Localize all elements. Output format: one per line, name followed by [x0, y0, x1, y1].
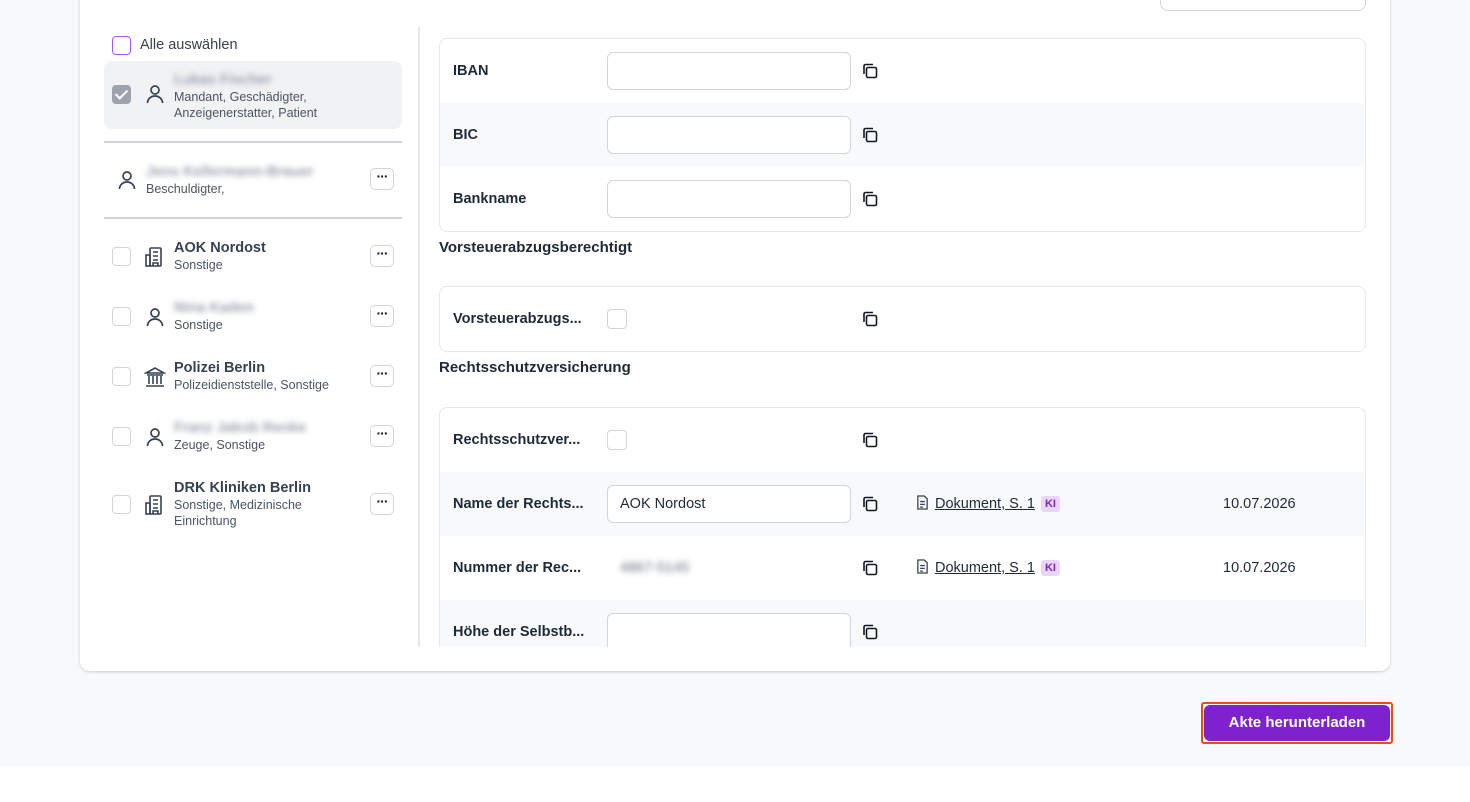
document-icon — [916, 558, 929, 578]
select-all-checkbox[interactable] — [112, 35, 131, 55]
party-item[interactable]: Jens Kellermann-Brauer Beschuldigter, ··… — [104, 161, 402, 201]
bic-input[interactable] — [607, 116, 851, 154]
copy-icon[interactable] — [861, 431, 879, 449]
ki-badge: KI — [1040, 496, 1060, 512]
source-link[interactable]: Dokument, S. 1 — [935, 560, 1035, 576]
versicherung-nummer-input[interactable] — [607, 549, 851, 587]
field-label: Vorsteuerabzugs... — [453, 311, 582, 327]
party-roles: Polizeidienststelle, Sonstige — [174, 378, 329, 392]
field-row-iban: IBAN — [440, 39, 1365, 103]
copy-icon[interactable] — [861, 190, 879, 208]
party-sidebar: Alle auswählen Lukas Fischer Mandant, Ge… — [104, 27, 402, 647]
person-icon — [116, 169, 138, 191]
field-row-vorsteuer: Vorsteuerabzugs... — [440, 287, 1365, 351]
party-item[interactable]: Lukas Fischer Mandant, Geschädigter, Anz… — [104, 61, 402, 129]
party-name: DRK Kliniken Berlin — [174, 480, 311, 496]
party-name: Lukas Fischer — [174, 72, 272, 88]
party-item[interactable]: Nina Kaden Sonstige ··· — [104, 297, 402, 337]
vorsteuer-group: Vorsteuerabzugs... — [439, 286, 1366, 352]
field-row-bankname: Bankname — [440, 167, 1365, 231]
party-item[interactable]: Franz Jakob Renke Zeuge, Sonstige ··· — [104, 417, 402, 457]
separator — [104, 217, 402, 219]
download-file-label: Akte herunterladen — [1204, 705, 1390, 741]
case-file-card: Alle auswählen Lukas Fischer Mandant, Ge… — [80, 0, 1390, 671]
party-roles: Sonstige — [174, 258, 223, 272]
top-control-stub[interactable] — [1160, 0, 1366, 11]
panel-divider — [418, 27, 420, 647]
document-icon — [916, 494, 929, 514]
party-name: Nina Kaden — [174, 300, 254, 316]
party-checkbox[interactable] — [112, 495, 131, 514]
download-file-button[interactable]: Akte herunterladen — [1201, 702, 1393, 744]
copy-icon[interactable] — [861, 559, 879, 577]
field-label: IBAN — [453, 63, 489, 79]
ki-badge: KI — [1040, 560, 1060, 576]
party-roles: Zeuge, Sonstige — [174, 438, 266, 452]
party-roles: Beschuldigter, — [146, 182, 225, 196]
field-row-selbstbeteiligung: Höhe der Selbstb... — [440, 600, 1365, 647]
field-label: Rechtsschutzver... — [453, 432, 581, 448]
field-label: Name der Rechts... — [453, 496, 584, 512]
building-icon — [144, 246, 166, 268]
field-row-versicherung-name: Name der Rechts... Dokument, S. 1 KI 10.… — [440, 472, 1365, 536]
section-title-vorsteuer: Vorsteuerabzugsberechtigt — [439, 239, 633, 256]
party-checkbox[interactable] — [112, 427, 131, 446]
select-all-label: Alle auswählen — [140, 37, 238, 53]
bank-details-group: IBAN BIC Bankname — [439, 38, 1366, 232]
party-checkbox[interactable] — [112, 85, 131, 104]
iban-input[interactable] — [607, 52, 851, 90]
more-options-button[interactable]: ··· — [370, 493, 394, 515]
copy-icon[interactable] — [861, 310, 879, 328]
rechtsschutz-checkbox[interactable] — [607, 430, 627, 450]
party-checkbox[interactable] — [112, 247, 131, 266]
source-link[interactable]: Dokument, S. 1 — [935, 496, 1035, 512]
source-reference: Dokument, S. 1 KI — [916, 472, 1060, 536]
field-label: Bankname — [453, 191, 527, 207]
field-label: Nummer der Rec... — [453, 560, 582, 576]
party-checkbox[interactable] — [112, 367, 131, 386]
party-name: AOK Nordost — [174, 240, 266, 256]
field-label: BIC — [453, 127, 478, 143]
copy-icon[interactable] — [861, 62, 879, 80]
party-item[interactable]: Polizei Berlin Polizeidienststelle, Sons… — [104, 357, 402, 397]
party-name: Polizei Berlin — [174, 360, 266, 376]
field-row-versicherung-nummer: Nummer der Rec... Dokument, S. 1 KI 10.0… — [440, 536, 1365, 600]
person-icon — [144, 306, 166, 328]
party-item[interactable]: AOK Nordost Sonstige ··· — [104, 237, 402, 277]
more-options-button[interactable]: ··· — [370, 305, 394, 327]
field-label: Höhe der Selbstb... — [453, 624, 585, 640]
party-item[interactable]: DRK Kliniken Berlin Sonstige, Medizinisc… — [104, 477, 402, 533]
bankname-input[interactable] — [607, 180, 851, 218]
party-detail-panel: IBAN BIC Bankname Vorsteuerabzugsberecht… — [439, 27, 1366, 647]
government-building-icon — [142, 366, 168, 388]
party-checkbox[interactable] — [112, 307, 131, 326]
versicherung-name-input[interactable] — [607, 485, 851, 523]
party-roles: Sonstige, Medizinische Einrichtung — [174, 498, 302, 528]
party-roles: Mandant, Geschädigter, Anzeigenerstatter… — [174, 90, 318, 120]
person-icon — [144, 426, 166, 448]
copy-icon[interactable] — [861, 623, 879, 641]
field-row-rechtsschutz: Rechtsschutzver... — [440, 408, 1365, 472]
separator — [104, 141, 402, 143]
building-icon — [144, 494, 166, 516]
extraction-date: 10.07.2026 — [1223, 496, 1296, 512]
party-name: Jens Kellermann-Brauer — [146, 164, 314, 180]
extraction-date: 10.07.2026 — [1223, 560, 1296, 576]
select-all[interactable]: Alle auswählen — [112, 35, 238, 55]
field-row-bic: BIC — [440, 103, 1365, 167]
more-options-button[interactable]: ··· — [370, 168, 394, 190]
source-reference: Dokument, S. 1 KI — [916, 536, 1060, 600]
more-options-button[interactable]: ··· — [370, 425, 394, 447]
rechtsschutz-group: Rechtsschutzver... Name der Rechts... Do… — [439, 407, 1366, 647]
more-options-button[interactable]: ··· — [370, 245, 394, 267]
section-title-rechtsschutz: Rechtsschutzversicherung — [439, 359, 631, 376]
person-icon — [144, 83, 166, 105]
copy-icon[interactable] — [861, 495, 879, 513]
party-roles: Sonstige — [174, 318, 223, 332]
party-name: Franz Jakob Renke — [174, 420, 307, 436]
more-options-button[interactable]: ··· — [370, 365, 394, 387]
vorsteuer-checkbox[interactable] — [607, 309, 627, 329]
copy-icon[interactable] — [861, 126, 879, 144]
selbstbeteiligung-input[interactable] — [607, 613, 851, 647]
